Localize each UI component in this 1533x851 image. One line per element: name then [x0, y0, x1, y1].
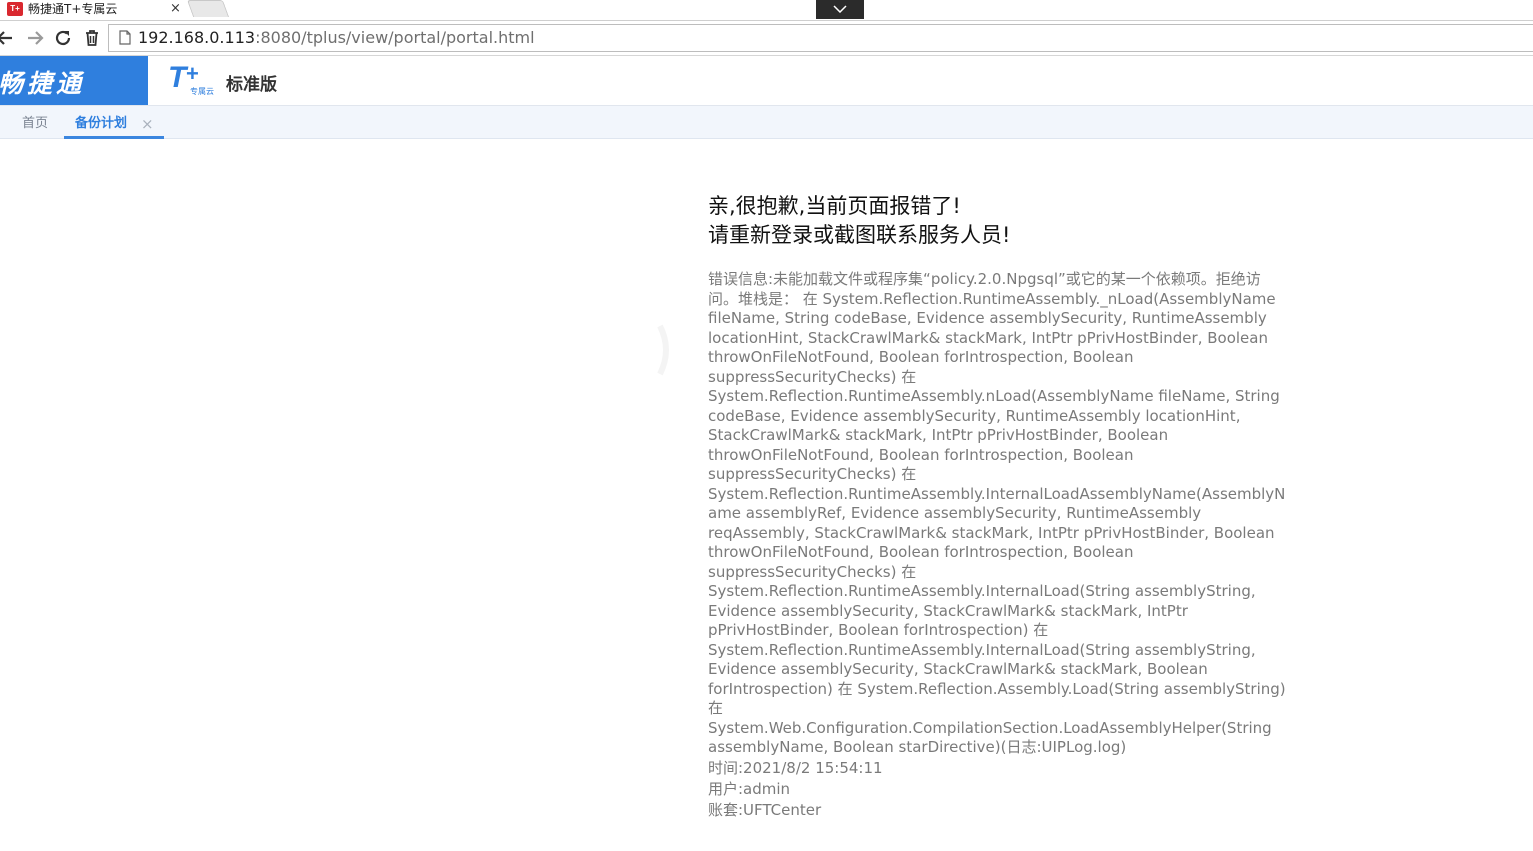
brand-name: 畅捷通 [0, 69, 86, 98]
product-logo-sub: 专属云 [190, 86, 214, 96]
error-heading: 亲,很抱歉,当前页面报错了! 请重新登录或截图联系服务人员! [708, 192, 1288, 250]
error-user: 用户:admin [708, 779, 791, 798]
chevron-down-icon [833, 5, 847, 13]
error-time: 时间:2021/8/2 15:54:11 [708, 758, 883, 777]
trash-icon[interactable] [83, 29, 101, 47]
tab-home[interactable]: 首页 [22, 106, 48, 136]
app-header: 畅捷通 T + 专属云 标准版 [0, 56, 1533, 106]
close-tab-icon[interactable]: × [170, 1, 181, 17]
page-icon [119, 30, 131, 45]
error-title-line2: 请重新登录或截图联系服务人员! [708, 223, 1011, 247]
browser-tab-title: 畅捷通T+专属云 [28, 2, 118, 16]
tab-backup-plan-label: 备份计划 [75, 116, 128, 131]
browser-toolbar: 192.168.0.113:8080/tplus/view/portal/por… [0, 21, 1533, 56]
close-tab-icon[interactable]: × [141, 106, 154, 142]
error-panel: 亲,很抱歉,当前页面报错了! 请重新登录或截图联系服务人员! 错误信息:未能加载… [708, 192, 1288, 821]
url-text[interactable]: 192.168.0.113:8080/tplus/view/portal/por… [138, 28, 535, 47]
new-tab-button[interactable] [186, 0, 230, 17]
tplus-favicon-icon: T+ [7, 2, 23, 16]
app-tab-bar: 首页 备份计划 × [0, 106, 1533, 139]
tplus-logo-icon: T + 专属云 [168, 61, 214, 96]
svg-text:+: + [186, 61, 199, 86]
tab-menu-button[interactable] [816, 0, 864, 19]
reload-icon[interactable] [54, 29, 72, 47]
back-arrow-icon[interactable] [0, 29, 14, 47]
loading-spinner-icon [657, 324, 669, 376]
product-edition: 标准版 [226, 75, 277, 95]
tab-backup-plan[interactable]: 备份计划 × [64, 106, 164, 139]
url-host: 192.168.0.113 [138, 28, 256, 47]
url-path: :8080/tplus/view/portal/portal.html [255, 28, 535, 47]
browser-tab[interactable]: T+ 畅捷通T+专属云 × [0, 0, 188, 20]
brand-logo: 畅捷通 [0, 56, 148, 105]
error-title-line1: 亲,很抱歉,当前页面报错了! [708, 194, 961, 218]
error-message: 错误信息:未能加载文件或程序集“policy.2.0.Npgsql”或它的某一个… [708, 270, 1286, 756]
forward-arrow-icon[interactable] [26, 29, 44, 47]
browser-tabstrip: T+ 畅捷通T+专属云 × [0, 0, 1533, 21]
error-account: 账套:UFTCenter [708, 800, 822, 819]
address-bar[interactable]: 192.168.0.113:8080/tplus/view/portal/por… [108, 24, 1533, 52]
